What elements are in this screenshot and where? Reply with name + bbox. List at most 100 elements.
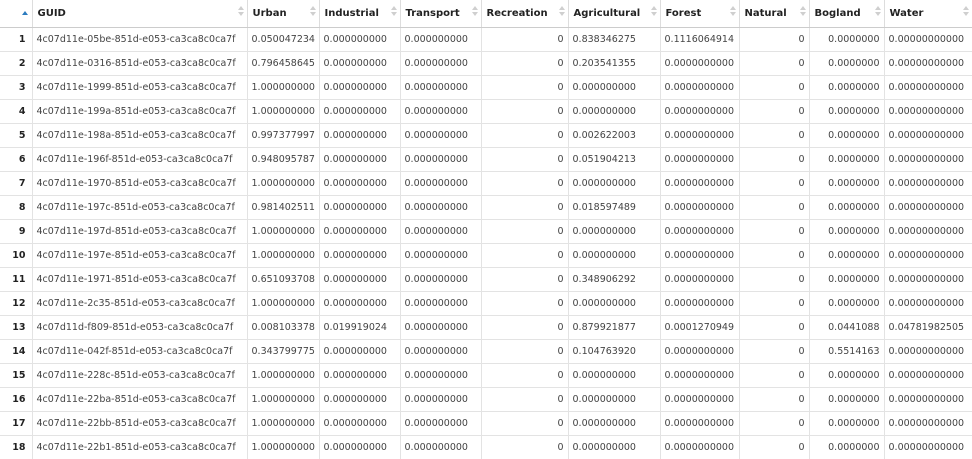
cell-urban: 0.981402511 bbox=[247, 195, 320, 220]
column-header-natural[interactable]: Natural bbox=[739, 0, 810, 28]
cell-industrial: 0.000000000 bbox=[319, 147, 401, 172]
table-row[interactable]: 2 4c07d11e-0316-851d-e053-ca3ca8c0ca7f 0.7… bbox=[0, 51, 972, 76]
sort-toggle-icon[interactable] bbox=[309, 6, 316, 18]
sort-toggle-icon[interactable] bbox=[237, 6, 244, 18]
column-header-bogland[interactable]: Bogland bbox=[809, 0, 885, 28]
column-header-guid[interactable]: GUID bbox=[32, 0, 248, 28]
cell-bogland: 0.0000000 bbox=[809, 243, 885, 268]
column-header-water[interactable]: Water bbox=[884, 0, 972, 28]
table-row[interactable]: 16 4c07d11e-22ba-851d-e053-ca3ca8c0ca7f 1.… bbox=[0, 387, 972, 412]
cell-guid: 4c07d11e-22b1-851d-e053-ca3ca8c0ca7f bbox=[32, 435, 248, 459]
column-header-urban[interactable]: Urban bbox=[247, 0, 320, 28]
row-number: 2 bbox=[0, 51, 33, 76]
cell-natural: 0 bbox=[739, 363, 810, 388]
sort-toggle-icon[interactable] bbox=[874, 6, 881, 18]
column-header-recreation[interactable]: Recreation bbox=[481, 0, 569, 28]
sort-toggle-icon[interactable] bbox=[650, 6, 657, 18]
cell-agricultural: 0.879921877 bbox=[568, 315, 661, 340]
cell-guid: 4c07d11e-1971-851d-e053-ca3ca8c0ca7f bbox=[32, 267, 248, 292]
cell-forest: 0.0000000000 bbox=[660, 219, 740, 244]
cell-natural: 0 bbox=[739, 243, 810, 268]
cell-natural: 0 bbox=[739, 99, 810, 124]
table-row[interactable]: 8 4c07d11e-197c-851d-e053-ca3ca8c0ca7f 0.9… bbox=[0, 195, 972, 220]
cell-recreation: 0 bbox=[481, 363, 569, 388]
cell-transport: 0.000000000 bbox=[400, 99, 482, 124]
table-row[interactable]: 9 4c07d11e-197d-851d-e053-ca3ca8c0ca7f 1.0… bbox=[0, 219, 972, 244]
table-row[interactable]: 4 4c07d11e-199a-851d-e053-ca3ca8c0ca7f 1.0… bbox=[0, 99, 972, 124]
row-number: 3 bbox=[0, 75, 33, 100]
column-header-forest[interactable]: Forest bbox=[660, 0, 740, 28]
cell-transport: 0.000000000 bbox=[400, 51, 482, 76]
cell-urban: 1.000000000 bbox=[247, 411, 320, 436]
cell-water: 0.00000000000 bbox=[884, 267, 972, 292]
row-number: 17 bbox=[0, 411, 33, 436]
cell-transport: 0.000000000 bbox=[400, 219, 482, 244]
cell-guid: 4c07d11e-1999-851d-e053-ca3ca8c0ca7f bbox=[32, 75, 248, 100]
table-row[interactable]: 10 4c07d11e-197e-851d-e053-ca3ca8c0ca7f 1.… bbox=[0, 243, 972, 268]
cell-transport: 0.000000000 bbox=[400, 243, 482, 268]
cell-urban: 0.008103378 bbox=[247, 315, 320, 340]
cell-agricultural: 0.000000000 bbox=[568, 219, 661, 244]
cell-industrial: 0.000000000 bbox=[319, 51, 401, 76]
cell-forest: 0.0000000000 bbox=[660, 339, 740, 364]
cell-urban: 1.000000000 bbox=[247, 291, 320, 316]
row-number: 10 bbox=[0, 243, 33, 268]
table-row[interactable]: 17 4c07d11e-22bb-851d-e053-ca3ca8c0ca7f 1.… bbox=[0, 411, 972, 436]
row-number: 14 bbox=[0, 339, 33, 364]
table-row[interactable]: 15 4c07d11e-228c-851d-e053-ca3ca8c0ca7f 1.… bbox=[0, 363, 972, 388]
cell-guid: 4c07d11d-f809-851d-e053-ca3ca8c0ca7f bbox=[32, 315, 248, 340]
cell-transport: 0.000000000 bbox=[400, 171, 482, 196]
cell-agricultural: 0.002622003 bbox=[568, 123, 661, 148]
cell-forest: 0.0000000000 bbox=[660, 267, 740, 292]
cell-urban: 0.651093708 bbox=[247, 267, 320, 292]
column-header-agricultural[interactable]: Agricultural bbox=[568, 0, 661, 28]
table-row[interactable]: 12 4c07d11e-2c35-851d-e053-ca3ca8c0ca7f 1.… bbox=[0, 291, 972, 316]
table-row[interactable]: 7 4c07d11e-1970-851d-e053-ca3ca8c0ca7f 1.0… bbox=[0, 171, 972, 196]
cell-bogland: 0.0000000 bbox=[809, 195, 885, 220]
cell-transport: 0.000000000 bbox=[400, 291, 482, 316]
table-row[interactable]: 6 4c07d11e-196f-851d-e053-ca3ca8c0ca7f 0.9… bbox=[0, 147, 972, 172]
row-number: 18 bbox=[0, 435, 33, 459]
cell-recreation: 0 bbox=[481, 75, 569, 100]
cell-agricultural: 0.104763920 bbox=[568, 339, 661, 364]
table-row[interactable]: 5 4c07d11e-198a-851d-e053-ca3ca8c0ca7f 0.9… bbox=[0, 123, 972, 148]
table-row[interactable]: 14 4c07d11e-042f-851d-e053-ca3ca8c0ca7f 0.… bbox=[0, 339, 972, 364]
column-header-industrial[interactable]: Industrial bbox=[319, 0, 401, 28]
cell-water: 0.00000000000 bbox=[884, 243, 972, 268]
cell-natural: 0 bbox=[739, 27, 810, 52]
cell-natural: 0 bbox=[739, 219, 810, 244]
cell-water: 0.00000000000 bbox=[884, 363, 972, 388]
cell-industrial: 0.019919024 bbox=[319, 315, 401, 340]
row-number-header[interactable] bbox=[0, 0, 33, 28]
column-header-transport[interactable]: Transport bbox=[400, 0, 482, 28]
table-row[interactable]: 1 4c07d11e-05be-851d-e053-ca3ca8c0ca7f 0.0… bbox=[0, 27, 972, 52]
cell-agricultural: 0.000000000 bbox=[568, 171, 661, 196]
cell-urban: 0.948095787 bbox=[247, 147, 320, 172]
sort-toggle-icon[interactable] bbox=[729, 6, 736, 18]
sort-toggle-icon[interactable] bbox=[390, 6, 397, 18]
sort-toggle-icon[interactable] bbox=[471, 6, 478, 18]
table-row[interactable]: 3 4c07d11e-1999-851d-e053-ca3ca8c0ca7f 1.0… bbox=[0, 75, 972, 100]
column-header-label: Water bbox=[889, 7, 924, 19]
column-header-label: GUID bbox=[37, 7, 66, 19]
cell-recreation: 0 bbox=[481, 219, 569, 244]
table-row[interactable]: 13 4c07d11d-f809-851d-e053-ca3ca8c0ca7f 0.… bbox=[0, 315, 972, 340]
table-row[interactable]: 18 4c07d11e-22b1-851d-e053-ca3ca8c0ca7f 1.… bbox=[0, 435, 972, 459]
cell-forest: 0.0000000000 bbox=[660, 195, 740, 220]
cell-transport: 0.000000000 bbox=[400, 195, 482, 220]
cell-bogland: 0.0000000 bbox=[809, 219, 885, 244]
sort-toggle-icon[interactable] bbox=[962, 6, 969, 18]
column-header-label: Recreation bbox=[486, 7, 548, 19]
cell-guid: 4c07d11e-0316-851d-e053-ca3ca8c0ca7f bbox=[32, 51, 248, 76]
cell-forest: 0.0000000000 bbox=[660, 291, 740, 316]
cell-agricultural: 0.203541355 bbox=[568, 51, 661, 76]
cell-natural: 0 bbox=[739, 315, 810, 340]
cell-bogland: 0.0441088 bbox=[809, 315, 885, 340]
column-header-label: Urban bbox=[252, 7, 287, 19]
sort-toggle-icon[interactable] bbox=[558, 6, 565, 18]
table-row[interactable]: 11 4c07d11e-1971-851d-e053-ca3ca8c0ca7f 0.… bbox=[0, 267, 972, 292]
cell-agricultural: 0.000000000 bbox=[568, 363, 661, 388]
sort-toggle-icon[interactable] bbox=[799, 6, 806, 18]
cell-bogland: 0.0000000 bbox=[809, 51, 885, 76]
cell-forest: 0.0001270949 bbox=[660, 315, 740, 340]
